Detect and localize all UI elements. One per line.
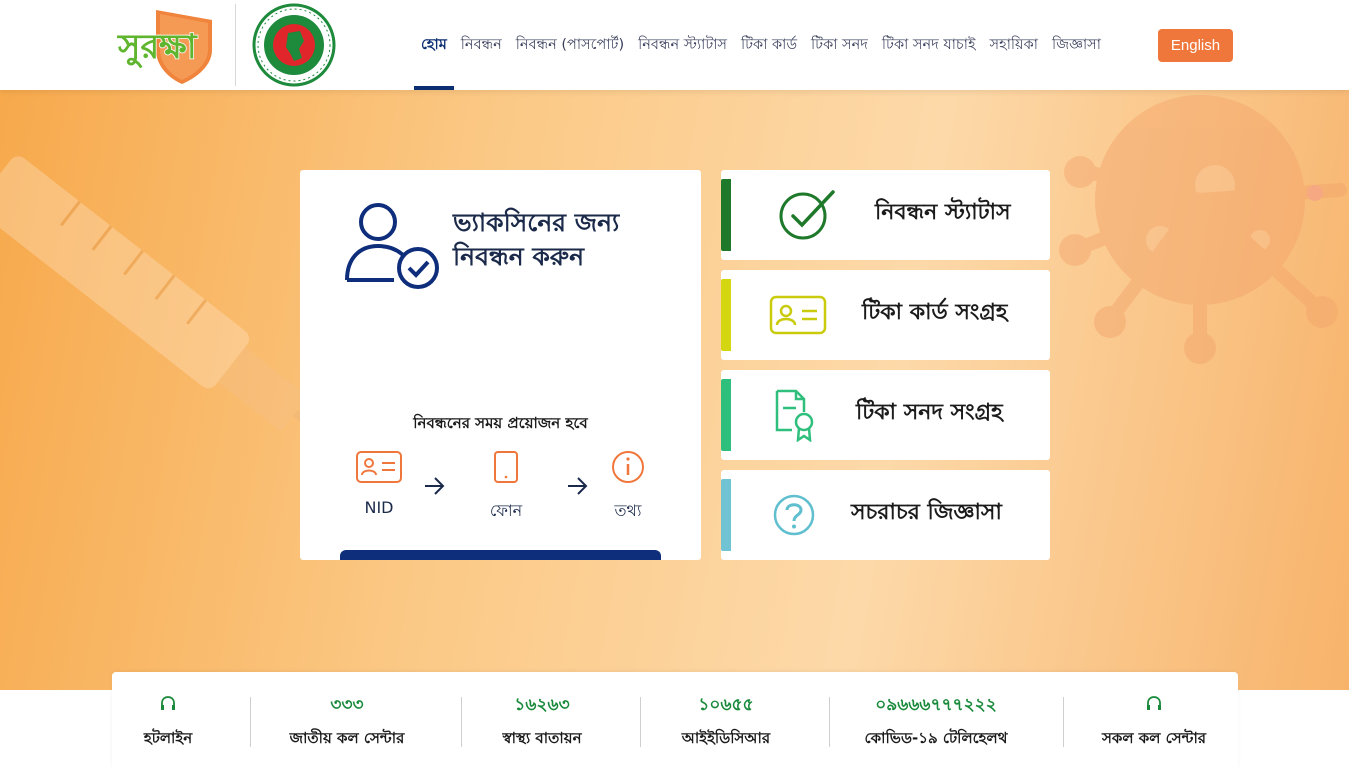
divider (829, 697, 830, 747)
headset-icon (161, 696, 175, 710)
user-verified-icon (345, 203, 439, 289)
hotline-item[interactable]: ৩৩৩ জাতীয় কল সেন্টার (262, 672, 432, 768)
surokkha-logo[interactable]: সুরক্ষা (116, 6, 216, 84)
phone-icon (494, 451, 518, 483)
question-icon (773, 494, 815, 536)
logo-divider (235, 4, 236, 86)
step-phone-label: ফোন (489, 501, 523, 520)
hotline-label: জাতীয় কল সেন্টার (289, 729, 405, 747)
hotline-number[interactable]: ১০৬৫৫ (652, 692, 800, 720)
check-circle-icon (779, 190, 835, 240)
government-seal-logo (252, 3, 336, 87)
step-info: তথ্য (604, 450, 652, 525)
hotline-number[interactable]: ০৯৬৬৬৭৭৭২২২ (840, 692, 1032, 720)
hotline-strip: হটলাইন ৩৩৩ জাতীয় কল সেন্টার ১৬২৬৩ স্বাস… (112, 672, 1238, 768)
hotline-label: স্বাস্থ্য বাতায়ন (502, 729, 582, 747)
hotline-item[interactable]: ১৬২৬৩ স্বাস্থ্য বাতায়ন (472, 672, 612, 768)
certificate-icon (775, 389, 814, 442)
hotline-item[interactable]: ০৯৬৬৬৭৭৭২২২ কোভিড-১৯ টেলিহেলথ (840, 672, 1032, 768)
card-vaccine-card-label: টিকা কার্ড সংগ্রহ (862, 300, 1008, 325)
registration-required-text: নিবন্ধনের সময় প্রয়োজন হবে (413, 414, 588, 432)
step-nid: NID (355, 450, 403, 517)
arrow-right-icon (425, 477, 445, 495)
hotline-number[interactable]: ১৬২৬৩ (472, 692, 612, 720)
site-header: সুরক্ষা হোম নিবন্ধন নিবন্ধন (পাসপোর্ট) ন… (0, 0, 1349, 90)
hotline-label: হটলাইন (143, 729, 193, 747)
id-card-icon (769, 295, 827, 335)
info-icon (612, 451, 644, 483)
card-accent-bar (721, 479, 731, 551)
nav-registration-status[interactable]: নিবন্ধন স্ট্যাটাস (631, 0, 734, 90)
divider (250, 697, 251, 747)
step-phone: ফোন (482, 450, 530, 525)
card-accent-bar (721, 279, 731, 351)
hotline-label: কোভিড-১৯ টেলিহেলথ (864, 729, 1008, 747)
nav-help[interactable]: সহায়িকা (983, 0, 1045, 90)
register-button[interactable] (340, 550, 661, 560)
hotline-label: সকল কল সেন্টার (1101, 729, 1207, 747)
card-vaccine-certificate[interactable]: টিকা সনদ সংগ্রহ (721, 370, 1050, 460)
card-accent-bar (721, 379, 731, 451)
hotline-item[interactable]: ১০৬৫৫ আইইডিসিআর (652, 672, 800, 768)
divider (1063, 697, 1064, 747)
svg-text:সুরক্ষা: সুরক্ষা (117, 27, 198, 68)
headset-icon (1147, 696, 1161, 710)
step-nid-label: NID (364, 498, 394, 517)
hotline-number[interactable]: ৩৩৩ (262, 692, 432, 720)
registration-card[interactable]: ভ্যাকসিনের জন্য নিবন্ধন করুন নিবন্ধনের স… (300, 170, 701, 560)
id-card-icon (356, 451, 402, 483)
card-registration-status[interactable]: নিবন্ধন স্ট্যাটাস (721, 170, 1050, 260)
divider (461, 697, 462, 747)
hotline-item: হটলাইন (112, 672, 224, 768)
nav-home[interactable]: হোম (414, 0, 454, 90)
step-info-label: তথ্য (614, 501, 642, 520)
nav-registration-passport[interactable]: নিবন্ধন (পাসপোর্ট) (509, 0, 631, 90)
nav-certificate-verify[interactable]: টিকা সনদ যাচাই (875, 0, 983, 90)
card-vaccine-certificate-label: টিকা সনদ সংগ্রহ (856, 400, 1003, 425)
language-toggle-button[interactable]: English (1158, 29, 1233, 62)
nav-vaccine-card[interactable]: টিকা কার্ড (734, 0, 804, 90)
nav-vaccine-certificate[interactable]: টিকা সনদ (804, 0, 875, 90)
hotline-label: আইইডিসিআর (681, 729, 771, 747)
nav-faq[interactable]: জিজ্ঞাসা (1045, 0, 1108, 90)
card-accent-bar (721, 179, 731, 251)
card-registration-status-label: নিবন্ধন স্ট্যাটাস (875, 200, 1011, 225)
card-faq[interactable]: সচরাচর জিজ্ঞাসা (721, 470, 1050, 560)
card-faq-label: সচরাচর জিজ্ঞাসা (851, 500, 1002, 525)
card-vaccine-card[interactable]: টিকা কার্ড সংগ্রহ (721, 270, 1050, 360)
hotline-item[interactable]: সকল কল সেন্টার (1074, 672, 1234, 768)
nav-registration[interactable]: নিবন্ধন (454, 0, 509, 90)
registration-title: ভ্যাকসিনের জন্য নিবন্ধন করুন (453, 208, 620, 271)
main-nav: হোম নিবন্ধন নিবন্ধন (পাসপোর্ট) নিবন্ধন স… (414, 0, 1108, 90)
divider (640, 697, 641, 747)
arrow-right-icon (568, 477, 588, 495)
